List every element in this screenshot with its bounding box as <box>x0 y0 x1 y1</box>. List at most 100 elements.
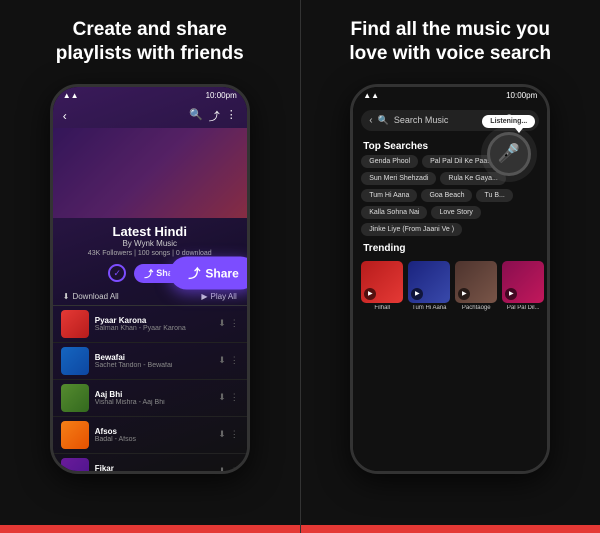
song-list-item[interactable]: Fikar Roshan Prince - Fikar ⬇ ⋮ <box>53 454 247 471</box>
song-thumbnail <box>61 347 89 375</box>
trending-label: Filhall <box>361 305 403 311</box>
download-song-icon[interactable]: ⬇ <box>218 429 226 440</box>
search-chip[interactable]: Goa Beach <box>421 189 472 202</box>
song-name: Aaj Bhi <box>95 390 212 399</box>
song-info: Afsos Badal - Afsos <box>95 427 212 443</box>
phone-left-mockup: ▲▲ 10:00pm ‹ 🔍 ⤴ ⋮ Latest Hindi By Wynk … <box>50 84 250 474</box>
trending-title: Trending <box>353 239 547 257</box>
more-song-icon[interactable]: ⋮ <box>230 392 239 403</box>
search-icon-right: 🔍 <box>378 115 389 126</box>
nav-icons-left: 🔍 ⤴ ⋮ <box>189 108 237 124</box>
search-chip[interactable]: Tum Hi Aana <box>361 189 417 202</box>
song-info: Pyaar Karona Salman Khan - Pyaar Karona <box>95 316 212 332</box>
song-actions: ⬇ ⋮ <box>218 429 239 440</box>
song-thumbnail <box>61 421 89 449</box>
phone-screen-left: ▲▲ 10:00pm ‹ 🔍 ⤴ ⋮ Latest Hindi By Wynk … <box>53 87 247 471</box>
time-left: 10:00pm <box>206 91 237 100</box>
mic-circle-icon: 🎤 <box>498 143 520 164</box>
song-list: Pyaar Karona Salman Khan - Pyaar Karona … <box>53 306 247 471</box>
download-song-icon[interactable]: ⬇ <box>218 355 226 366</box>
playlist-title: Latest Hindi <box>57 224 243 239</box>
trending-item[interactable]: ▶ Tum Hi Aana <box>408 261 450 311</box>
song-actions: ⬇ ⋮ <box>218 355 239 366</box>
signal-icons-left: ▲▲ <box>63 91 79 100</box>
song-thumbnail <box>61 458 89 471</box>
share-button-large[interactable]: ⤴ Share <box>170 257 246 290</box>
song-list-item[interactable]: Pyaar Karona Salman Khan - Pyaar Karona … <box>53 306 247 343</box>
trending-play-icon[interactable]: ▶ <box>411 288 423 300</box>
song-artist: Badal - Afsos <box>95 436 212 443</box>
song-actions: ⬇ ⋮ <box>218 318 239 329</box>
check-icon: ✓ <box>108 264 126 282</box>
trending-item[interactable]: ▶ Filhall <box>361 261 403 311</box>
trending-item[interactable]: ▶ Pachtaoge <box>455 261 497 311</box>
share-label-large: Share <box>205 266 238 280</box>
share-icon-small: ⤴ <box>144 267 153 280</box>
back-arrow-right[interactable]: ‹ <box>369 115 372 126</box>
play-all-btn[interactable]: ▶ Play All <box>201 292 236 301</box>
left-panel: Create and share playlists with friends … <box>0 0 300 533</box>
song-list-item[interactable]: Bewafai Sachet Tandon - Bewafai ⬇ ⋮ <box>53 343 247 380</box>
download-all-label: Download All <box>72 292 118 301</box>
share-icon-left[interactable]: ⤴ <box>209 108 220 124</box>
trending-play-icon[interactable]: ▶ <box>505 288 517 300</box>
search-chip[interactable]: Love Story <box>431 206 480 219</box>
trending-label: Pachtaoge <box>455 305 497 311</box>
song-actions: ⬇ ⋮ <box>218 392 239 403</box>
song-actions: ⬇ ⋮ <box>218 466 239 471</box>
listening-badge: Listening... <box>482 115 535 128</box>
song-list-item[interactable]: Aaj Bhi Vishal Mishra - Aaj Bhi ⬇ ⋮ <box>53 380 247 417</box>
search-chip[interactable]: Jinke Liye (From Jaani Ve ) <box>361 223 462 236</box>
trending-thumbnail: ▶ <box>502 261 544 303</box>
more-song-icon[interactable]: ⋮ <box>230 429 239 440</box>
download-all-btn[interactable]: ⬇ Download All <box>63 292 119 301</box>
share-row: ✓ ⤴ Share ⤴ Share <box>53 259 247 288</box>
song-name: Afsos <box>95 427 212 436</box>
download-icon: ⬇ <box>63 292 70 301</box>
playlist-by: By Wynk Music <box>57 239 243 248</box>
search-input-text[interactable]: Search Music <box>394 115 496 125</box>
search-chip[interactable]: Tu B... <box>476 189 512 202</box>
status-bar-left: ▲▲ 10:00pm <box>53 87 247 104</box>
song-name: Fikar <box>95 464 212 471</box>
trending-thumbnail: ▶ <box>455 261 497 303</box>
more-song-icon[interactable]: ⋮ <box>230 355 239 366</box>
search-chip[interactable]: Sun Meri Shehzadi <box>361 172 436 185</box>
playlist-stats: 43K Followers | 100 songs | 0 download <box>57 250 243 257</box>
more-icon-left[interactable]: ⋮ <box>226 108 237 124</box>
search-icon-left[interactable]: 🔍 <box>189 108 203 124</box>
time-right: 10:00pm <box>506 91 537 100</box>
trending-label: Pal Pal Dil... <box>502 305 544 311</box>
search-chip[interactable]: Genda Phool <box>361 155 418 168</box>
trending-thumbnail: ▶ <box>361 261 403 303</box>
download-song-icon[interactable]: ⬇ <box>218 466 226 471</box>
trending-item[interactable]: ▶ Pal Pal Dil... <box>502 261 544 311</box>
play-all-label: Play All <box>211 292 237 301</box>
phone-right-mockup: ▲▲ 10:00pm ‹ 🔍 Search Music 🎤 ⌨ Top Sear… <box>350 84 550 474</box>
trending-row: ▶ Filhall ▶ Tum Hi Aana ▶ Pachtaoge ▶ Pa… <box>353 257 547 315</box>
download-song-icon[interactable]: ⬇ <box>218 392 226 403</box>
right-panel-title: Find all the music you love with voice s… <box>349 18 551 66</box>
search-chip[interactable]: Kalla Sohna Nai <box>361 206 427 219</box>
song-name: Bewafai <box>95 353 212 362</box>
voice-overlay: Listening... 🎤 <box>482 115 535 176</box>
song-thumbnail <box>61 384 89 412</box>
download-song-icon[interactable]: ⬇ <box>218 318 226 329</box>
more-song-icon[interactable]: ⋮ <box>230 466 239 471</box>
song-artist: Vishal Mishra - Aaj Bhi <box>95 399 212 406</box>
signal-icons-right: ▲▲ <box>363 91 379 100</box>
song-name: Pyaar Karona <box>95 316 212 325</box>
share-icon-large: ⤴ <box>188 265 200 282</box>
trending-label: Tum Hi Aana <box>408 305 450 311</box>
song-info: Aaj Bhi Vishal Mishra - Aaj Bhi <box>95 390 212 406</box>
left-panel-title: Create and share playlists with friends <box>56 18 244 66</box>
trending-play-icon[interactable]: ▶ <box>458 288 470 300</box>
song-info: Fikar Roshan Prince - Fikar <box>95 464 212 471</box>
more-song-icon[interactable]: ⋮ <box>230 318 239 329</box>
back-arrow-left[interactable]: ‹ <box>63 109 67 123</box>
mic-circle[interactable]: 🎤 <box>487 132 531 176</box>
trending-play-icon[interactable]: ▶ <box>364 288 376 300</box>
playlist-cover <box>53 128 247 218</box>
right-panel: Find all the music you love with voice s… <box>301 0 600 533</box>
song-list-item[interactable]: Afsos Badal - Afsos ⬇ ⋮ <box>53 417 247 454</box>
